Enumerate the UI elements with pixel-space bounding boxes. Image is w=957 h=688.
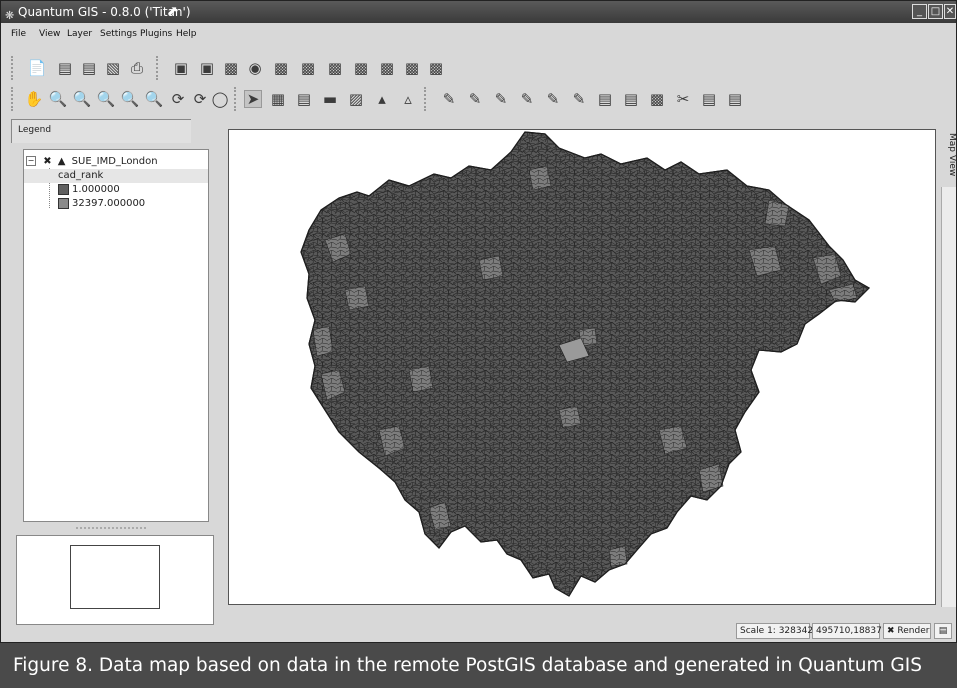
print-icon[interactable]: ⎙ bbox=[128, 59, 146, 77]
toolbar-grip[interactable] bbox=[424, 87, 429, 111]
paste-features-icon[interactable]: ▤ bbox=[726, 90, 744, 108]
refresh-icon[interactable]: ⟳ bbox=[191, 90, 209, 108]
legend-class-label: 32397.000000 bbox=[72, 198, 146, 209]
legend-class-row: 1.000000 bbox=[58, 183, 120, 197]
toolbar-grip[interactable] bbox=[234, 87, 239, 111]
add-raster-layer-icon[interactable]: ▣ bbox=[198, 59, 216, 77]
toolbar-grip[interactable] bbox=[11, 87, 16, 111]
menu-plugins[interactable]: Plugins bbox=[140, 25, 172, 43]
zoom-layer-icon[interactable]: 🔍 bbox=[145, 90, 164, 108]
legend-layer-name: SUE_IMD_London bbox=[71, 156, 158, 167]
add-vertex-icon[interactable]: ✎ bbox=[544, 90, 562, 108]
window-title: Quantum GIS - 0.8.0 ('Titan') bbox=[18, 5, 191, 19]
map-navigation-toolbar: ✋ 🔍 🔍 🔍 🔍 🔍 ⟳ ⟳ ◯ ➤ ▦ ▤ ▬ ▨ ▴ ▵ ✎ ✎ ✎ ✎ … bbox=[1, 83, 956, 115]
capture-point-icon[interactable]: ▴ bbox=[373, 90, 391, 108]
tree-collapse-icon[interactable]: − bbox=[26, 156, 36, 166]
hide-all-layers-icon[interactable]: ▩ bbox=[326, 59, 344, 77]
legend-swatch bbox=[58, 183, 69, 195]
toolbar-grip[interactable] bbox=[11, 56, 16, 80]
copy-icon[interactable]: ▤ bbox=[700, 90, 718, 108]
delete-selected-icon[interactable]: ✎ bbox=[466, 90, 484, 108]
hide-all-overview-icon[interactable]: ▩ bbox=[403, 59, 421, 77]
minimize-button[interactable]: _ bbox=[912, 4, 927, 19]
select-icon[interactable]: ▦ bbox=[269, 90, 287, 108]
show-all-layers-icon[interactable]: ▩ bbox=[299, 59, 317, 77]
london-choropleth-map bbox=[300, 131, 870, 597]
toolbar-grip[interactable] bbox=[156, 56, 161, 80]
measure-area-icon[interactable]: ▨ bbox=[347, 90, 365, 108]
pan-icon[interactable]: ✋ bbox=[25, 90, 44, 108]
add-vector-layer-icon[interactable]: ▣ bbox=[172, 59, 190, 77]
menu-file[interactable]: File bbox=[11, 25, 26, 43]
panel-splitter[interactable] bbox=[76, 527, 146, 533]
cut-features-icon[interactable]: ▤ bbox=[622, 90, 640, 108]
figure-caption: Figure 8. Data map based on data in the … bbox=[0, 643, 957, 688]
close-button[interactable]: ✕ bbox=[944, 4, 956, 19]
zoom-in-icon[interactable]: 🔍 bbox=[49, 90, 68, 108]
legend-tab[interactable]: Legend bbox=[11, 119, 191, 143]
attribute-table-icon[interactable]: ▤ bbox=[295, 90, 313, 108]
vector-layer-icon: ▲ bbox=[57, 156, 66, 167]
legend-class-label: 1.000000 bbox=[72, 184, 120, 195]
add-island-icon[interactable]: ✎ bbox=[518, 90, 536, 108]
legend-field-name: cad_rank bbox=[58, 170, 104, 181]
capture-line-icon[interactable]: ▵ bbox=[399, 90, 417, 108]
identify-icon[interactable]: ➤ bbox=[244, 90, 262, 108]
render-check-icon: ✖ bbox=[887, 626, 895, 636]
menu-settings[interactable]: Settings bbox=[100, 25, 137, 43]
maximize-button[interactable]: □ bbox=[928, 4, 943, 19]
menu-layer[interactable]: Layer bbox=[67, 25, 92, 43]
file-toolbar: 📄 ▤ ▤ ▧ ⎙ ▣ ▣ ▩ ◉ ▩ ▩ ▩ ▩ ▩ ▩ ▩ bbox=[1, 52, 956, 84]
status-bar: Scale 1: 328342 495710,188371 ✖ Render ▤ bbox=[1, 619, 956, 641]
legend-panel: − ✖ ▲ SUE_IMD_London cad_rank 1.000000 3… bbox=[23, 149, 209, 522]
legend-swatch bbox=[58, 197, 69, 209]
zoom-last-icon[interactable]: ⟳ bbox=[169, 90, 187, 108]
qgis-app-icon: ❋ bbox=[5, 9, 15, 22]
overview-icon[interactable]: ▩ bbox=[352, 59, 370, 77]
coordinate-display: 495710,188371 bbox=[812, 623, 888, 639]
overview-panel[interactable] bbox=[16, 535, 214, 625]
map-canvas[interactable] bbox=[228, 129, 936, 605]
new-project-icon[interactable]: 📄 bbox=[28, 59, 47, 77]
remove-layer-icon[interactable]: ▩ bbox=[272, 59, 290, 77]
menu-view[interactable]: View bbox=[39, 25, 60, 43]
projection-icon[interactable]: ▤ bbox=[934, 623, 952, 639]
zoom-out-icon[interactable]: 🔍 bbox=[73, 90, 92, 108]
overview-extent-box[interactable] bbox=[70, 545, 160, 609]
open-project-icon[interactable]: ▤ bbox=[56, 59, 74, 77]
move-vertex-icon[interactable]: ✎ bbox=[570, 90, 588, 108]
render-checkbox[interactable]: ✖ Render bbox=[883, 623, 931, 639]
legend-layer-row[interactable]: − ✖ ▲ SUE_IMD_London bbox=[26, 155, 158, 169]
layer-properties-icon[interactable]: ▩ bbox=[427, 59, 445, 77]
menu-bar: File View Layer Settings Plugins Help bbox=[1, 25, 956, 43]
measure-line-icon[interactable]: ▬ bbox=[321, 90, 339, 108]
legend-class-row: 32397.000000 bbox=[58, 197, 145, 211]
mouse-cursor-icon: ⬈ bbox=[167, 4, 178, 19]
visibility-checkbox-icon[interactable]: ✖ bbox=[43, 156, 51, 167]
scale-display: Scale 1: 328342 bbox=[736, 623, 813, 639]
zoom-selection-icon[interactable]: 🔍 bbox=[121, 90, 140, 108]
menu-help[interactable]: Help bbox=[176, 25, 197, 43]
delete-vertex-icon[interactable]: ▤ bbox=[596, 90, 614, 108]
scissors-icon[interactable]: ✂ bbox=[674, 90, 692, 108]
add-wms-layer-icon[interactable]: ◉ bbox=[246, 59, 264, 77]
save-as-icon[interactable]: ▧ bbox=[104, 59, 122, 77]
zoom-full-icon[interactable]: 🔍 bbox=[97, 90, 116, 108]
title-bar: ❋ Quantum GIS - 0.8.0 ('Titan') ⬈ _ □ ✕ bbox=[1, 1, 956, 23]
capture-polygon-icon[interactable]: ✎ bbox=[440, 90, 458, 108]
copy-features-icon[interactable]: ▩ bbox=[648, 90, 666, 108]
right-dock-strip bbox=[941, 187, 956, 607]
render-label: Render bbox=[897, 626, 930, 636]
legend-field-row: cad_rank bbox=[24, 169, 208, 183]
help-icon[interactable]: ◯ bbox=[211, 90, 229, 108]
save-project-icon[interactable]: ▤ bbox=[80, 59, 98, 77]
dense-inner-mesh bbox=[300, 131, 870, 597]
show-all-overview-icon[interactable]: ▩ bbox=[378, 59, 396, 77]
add-postgis-layer-icon[interactable]: ▩ bbox=[222, 59, 240, 77]
qgis-window: ❋ Quantum GIS - 0.8.0 ('Titan') ⬈ _ □ ✕ … bbox=[0, 0, 957, 643]
add-ring-icon[interactable]: ✎ bbox=[492, 90, 510, 108]
